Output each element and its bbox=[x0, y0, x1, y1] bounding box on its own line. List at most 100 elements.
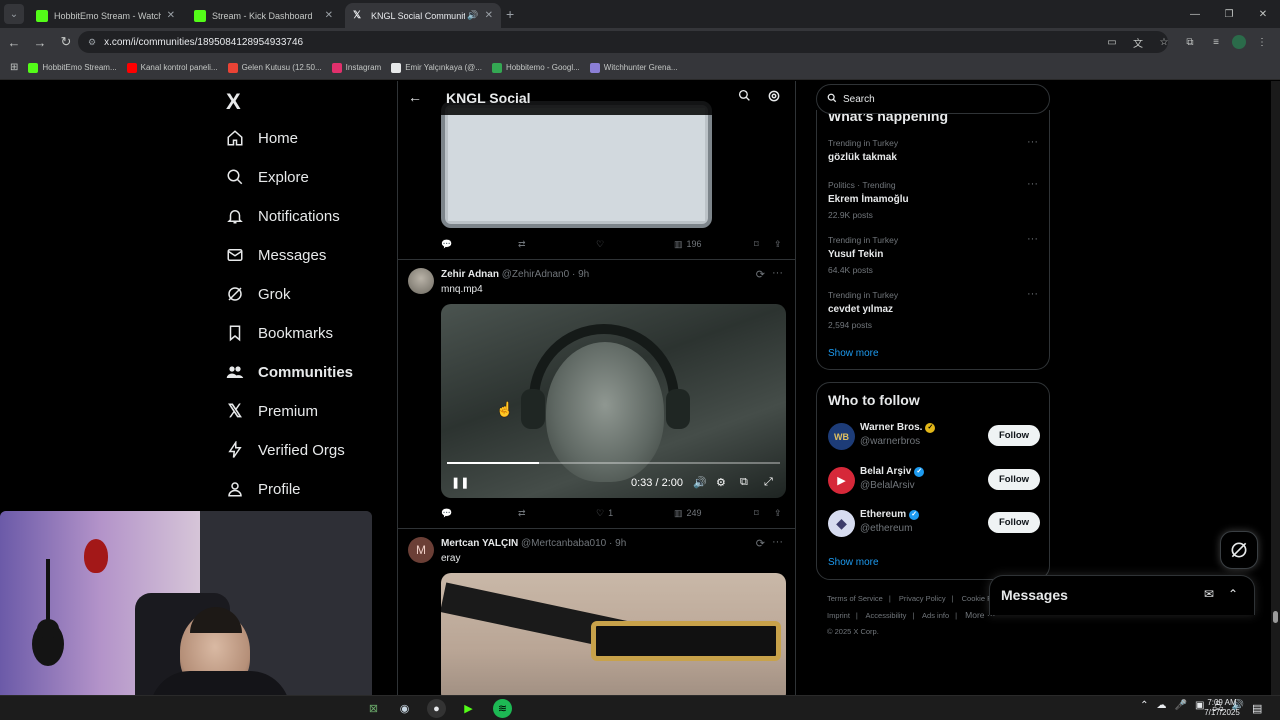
star-icon[interactable]: ☆ bbox=[1154, 32, 1174, 52]
new-tab-button[interactable]: + bbox=[506, 6, 514, 22]
share-icon[interactable]: ⇪ bbox=[774, 239, 782, 250]
repost-icon[interactable]: ⇄ bbox=[518, 239, 530, 250]
show-hidden-icons-icon[interactable]: ⌃ bbox=[1140, 700, 1148, 717]
footer-link[interactable]: Imprint bbox=[827, 611, 850, 620]
follow-suggestion[interactable]: WB Warner Bros. ✓ @warnerbros Follow bbox=[828, 422, 1040, 452]
nav-item-messages[interactable]: Messages bbox=[224, 237, 326, 273]
translate-icon[interactable]: 文 bbox=[1128, 32, 1148, 52]
post-time[interactable]: 9h bbox=[578, 269, 589, 280]
video-settings-icon[interactable]: ⚙ bbox=[716, 476, 726, 489]
trends-show-more-link[interactable]: Show more bbox=[828, 348, 879, 359]
trend-item[interactable]: Trending in Turkey Yusuf Tekin 64.4K pos… bbox=[828, 233, 1038, 275]
nav-item-home[interactable]: Home bbox=[224, 120, 298, 156]
follow-suggestion[interactable]: ▶ Belal Arşiv ✓ @BelalArsiv Follow bbox=[828, 466, 1040, 496]
nav-item-bookmarks[interactable]: Bookmarks bbox=[224, 315, 333, 351]
browser-tab-1[interactable]: HobbitEmo Stream - Watch Liv ✕ bbox=[28, 3, 183, 28]
notification-center-icon[interactable]: ▤ bbox=[1252, 702, 1262, 715]
post-image[interactable] bbox=[441, 101, 712, 228]
trend-item[interactable]: Trending in Turkey gözlük takmak ··· bbox=[828, 136, 1038, 163]
views-icon[interactable]: ▥ 249 bbox=[674, 508, 702, 519]
bookmark-icon[interactable]: ⌑ bbox=[754, 508, 759, 519]
author-name[interactable]: Mertcan YALÇIN bbox=[441, 538, 518, 549]
browser-tab-3[interactable]: 𝕏 KNGL Social Community / X 🔊 ✕ bbox=[345, 3, 501, 28]
picture-in-picture-icon[interactable]: ⧉ bbox=[740, 476, 748, 489]
forward-icon[interactable]: → bbox=[28, 30, 52, 54]
footer-link[interactable]: Privacy Policy bbox=[899, 594, 946, 603]
bookmark-icon[interactable]: ⌑ bbox=[754, 239, 759, 250]
grok-floating-button[interactable] bbox=[1220, 531, 1258, 569]
author-handle[interactable]: @Mertcanbaba010 bbox=[521, 538, 606, 549]
who-to-follow-show-more-link[interactable]: Show more bbox=[828, 557, 879, 568]
author-name[interactable]: Zehir Adnan bbox=[441, 269, 499, 280]
profile-avatar-icon[interactable] bbox=[1232, 35, 1246, 49]
video-player[interactable]: ❚❚ 0:33 / 2:00 🔊 ⚙ ⧉ ⤢ bbox=[441, 304, 786, 498]
more-options-icon[interactable]: ··· bbox=[1027, 288, 1038, 300]
media-controls-icon[interactable]: ≡ bbox=[1206, 32, 1226, 52]
share-icon[interactable]: ⇪ bbox=[774, 508, 782, 519]
scrollbar-thumb[interactable] bbox=[1273, 611, 1278, 623]
menu-icon[interactable]: ⋮ bbox=[1252, 32, 1272, 52]
bookmark-item[interactable]: Gelen Kutusu (12.50... bbox=[227, 62, 322, 73]
trend-item[interactable]: Politics · Trending Ekrem İmamoğlu 22.9K… bbox=[828, 178, 1038, 220]
like-icon[interactable]: ♡ 1 bbox=[596, 508, 613, 519]
restore-icon[interactable]: ❐ bbox=[1212, 0, 1246, 28]
minimize-icon[interactable]: — bbox=[1178, 0, 1212, 28]
bookmark-item[interactable]: Witchhunter Grena... bbox=[589, 62, 678, 73]
spotify-icon[interactable]: ≋ bbox=[493, 699, 512, 718]
reload-icon[interactable]: ↻ bbox=[54, 30, 78, 54]
bookmark-item[interactable]: Instagram bbox=[331, 62, 381, 73]
file-explorer-icon[interactable]: ⊠ bbox=[364, 699, 383, 718]
pause-icon[interactable]: ❚❚ bbox=[451, 476, 469, 489]
nav-item-profile[interactable]: Profile bbox=[224, 471, 301, 507]
bookmark-item[interactable]: Hobbitemo - Googl... bbox=[491, 62, 580, 73]
close-tab-icon[interactable]: ✕ bbox=[167, 10, 175, 21]
trend-item[interactable]: Trending in Turkey cevdet yılmaz 2,594 p… bbox=[828, 288, 1038, 330]
footer-link[interactable]: Ads info bbox=[922, 611, 949, 620]
apps-grid-icon[interactable]: ⊞ bbox=[10, 62, 18, 73]
taskbar-clock[interactable]: 7:09 AM 7/17/2025 bbox=[1200, 698, 1244, 718]
nav-item-explore[interactable]: Explore bbox=[224, 159, 309, 195]
follow-button[interactable]: Follow bbox=[988, 425, 1040, 446]
follow-button[interactable]: Follow bbox=[988, 512, 1040, 533]
steam-icon[interactable]: ◉ bbox=[395, 699, 414, 718]
footer-link[interactable]: Terms of Service bbox=[827, 594, 883, 603]
expand-chevron-icon[interactable]: ⌃ bbox=[1228, 587, 1238, 601]
avatar[interactable]: M bbox=[408, 537, 434, 563]
microphone-icon[interactable]: 🎤 bbox=[1174, 700, 1186, 717]
bookmark-item[interactable]: Emir Yalçınkaya (@... bbox=[391, 62, 482, 73]
more-options-icon[interactable]: ··· bbox=[1027, 233, 1038, 245]
nav-item-verified-orgs[interactable]: Verified Orgs bbox=[224, 432, 345, 468]
bookmark-item[interactable]: Kanal kontrol paneli... bbox=[126, 62, 218, 73]
nav-item-grok[interactable]: Grok bbox=[224, 276, 291, 312]
nav-item-premium[interactable]: 𝕏 Premium bbox=[224, 393, 318, 429]
reply-icon[interactable]: 💬 bbox=[441, 239, 456, 250]
more-options-icon[interactable]: ··· bbox=[1027, 178, 1038, 190]
more-options-icon[interactable]: ··· bbox=[772, 267, 783, 279]
close-tab-icon[interactable]: ✕ bbox=[485, 10, 493, 21]
grok-explain-icon[interactable]: ⟳ bbox=[756, 268, 765, 281]
video-progress-bar[interactable] bbox=[447, 462, 780, 464]
reply-icon[interactable]: 💬 bbox=[441, 508, 456, 519]
browser-tab-2[interactable]: Stream - Kick Dashboard ✕ bbox=[186, 3, 341, 28]
footer-link[interactable]: Accessibility bbox=[866, 611, 907, 620]
more-options-icon[interactable]: ··· bbox=[1027, 136, 1038, 148]
post-time[interactable]: 9h bbox=[615, 538, 626, 549]
fullscreen-icon[interactable]: ⤢ bbox=[764, 476, 773, 489]
x-logo[interactable]: X bbox=[226, 89, 241, 115]
volume-icon[interactable]: 🔊 bbox=[693, 476, 707, 489]
new-message-icon[interactable]: ✉ bbox=[1204, 587, 1214, 601]
messages-drawer[interactable]: Messages ✉ ⌃ bbox=[989, 575, 1255, 615]
follow-suggestion[interactable]: ◆ Ethereum ✓ @ethereum Follow bbox=[828, 509, 1040, 539]
bookmark-item[interactable]: HobbitEmo Stream... bbox=[28, 62, 117, 73]
audio-playing-icon[interactable]: 🔊 bbox=[467, 10, 478, 21]
views-icon[interactable]: ▥ 196 bbox=[674, 239, 702, 250]
author-handle[interactable]: @ZehirAdnan0 bbox=[502, 269, 569, 280]
onedrive-icon[interactable]: ☁ bbox=[1156, 700, 1166, 717]
grok-explain-icon[interactable]: ⟳ bbox=[756, 537, 765, 550]
extensions-icon[interactable]: ⧉ bbox=[1180, 32, 1200, 52]
back-icon[interactable]: ← bbox=[2, 30, 26, 54]
more-options-icon[interactable]: ··· bbox=[772, 536, 783, 548]
url-field[interactable]: ⚙ x.com/i/communities/189508412895493374… bbox=[78, 31, 1168, 53]
back-arrow-icon[interactable]: ← bbox=[408, 89, 422, 105]
site-info-icon[interactable]: ⚙ bbox=[88, 37, 96, 48]
